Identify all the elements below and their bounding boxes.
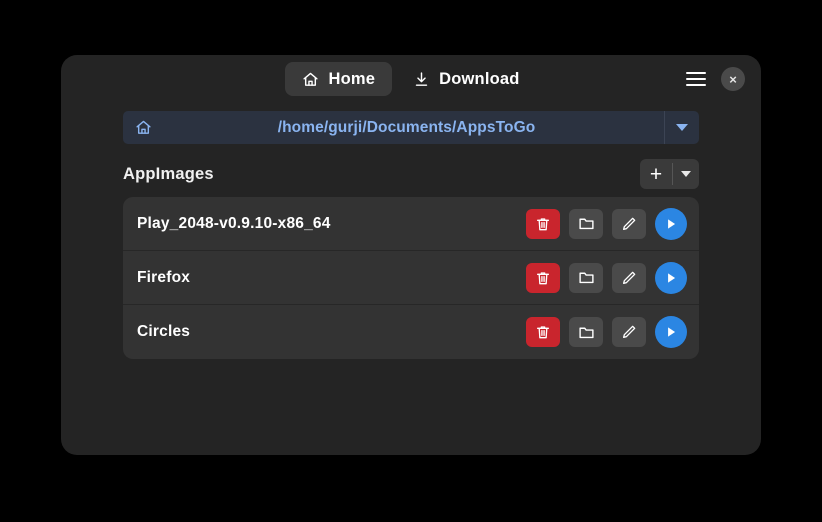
- delete-button[interactable]: [526, 208, 560, 239]
- table-row[interactable]: Play_2048-v0.9.10-x86_64: [123, 197, 699, 251]
- open-folder-button[interactable]: [569, 208, 603, 239]
- download-icon: [413, 71, 430, 88]
- delete-button[interactable]: [526, 317, 560, 347]
- open-folder-button[interactable]: [569, 317, 603, 347]
- app-name: Play_2048-v0.9.10-x86_64: [137, 214, 331, 232]
- window-controls: ×: [686, 55, 745, 103]
- path-dropdown-button[interactable]: [664, 111, 699, 144]
- appimage-list: Play_2048-v0.9.10-x86_64 Firefox Circles: [123, 197, 699, 359]
- tab-download[interactable]: Download: [396, 62, 536, 96]
- desktop-background: Home Download × /home/gurji/Documents/Ap…: [0, 0, 822, 522]
- hamburger-menu-icon[interactable]: [686, 68, 708, 90]
- chevron-down-icon: [681, 171, 691, 177]
- run-button[interactable]: [655, 316, 687, 348]
- close-icon[interactable]: ×: [721, 67, 745, 91]
- row-actions: [526, 261, 687, 294]
- run-button[interactable]: [655, 261, 687, 294]
- open-folder-button[interactable]: [569, 262, 603, 293]
- add-appimage-split-button: +: [640, 159, 699, 189]
- appimage-manager-window: Home Download × /home/gurji/Documents/Ap…: [61, 55, 761, 455]
- row-actions: [526, 207, 687, 240]
- delete-button[interactable]: [526, 262, 560, 293]
- tab-download-label: Download: [439, 69, 520, 88]
- home-icon: [302, 71, 319, 88]
- table-row[interactable]: Circles: [123, 305, 699, 359]
- section-title: AppImages: [123, 164, 214, 183]
- app-name: Circles: [137, 323, 191, 340]
- row-actions: [526, 316, 687, 348]
- edit-button[interactable]: [612, 262, 646, 293]
- tab-home-label: Home: [328, 69, 376, 88]
- run-button[interactable]: [655, 207, 687, 240]
- table-row[interactable]: Firefox: [123, 251, 699, 305]
- tab-bar: Home Download: [285, 62, 536, 96]
- path-home-icon[interactable]: [123, 119, 163, 136]
- app-name: Firefox: [137, 268, 191, 286]
- chevron-down-icon: [676, 124, 688, 131]
- current-path-text: /home/gurji/Documents/AppsToGo: [277, 118, 536, 136]
- appimages-section-header: AppImages +: [123, 155, 699, 193]
- path-bar[interactable]: /home/gurji/Documents/AppsToGo: [123, 111, 699, 144]
- window-titlebar: Home Download ×: [61, 55, 761, 103]
- add-appimage-dropdown-button[interactable]: [673, 159, 699, 189]
- edit-button[interactable]: [612, 208, 646, 239]
- add-appimage-button[interactable]: +: [640, 159, 672, 189]
- edit-button[interactable]: [612, 317, 646, 347]
- tab-home[interactable]: Home: [285, 62, 393, 96]
